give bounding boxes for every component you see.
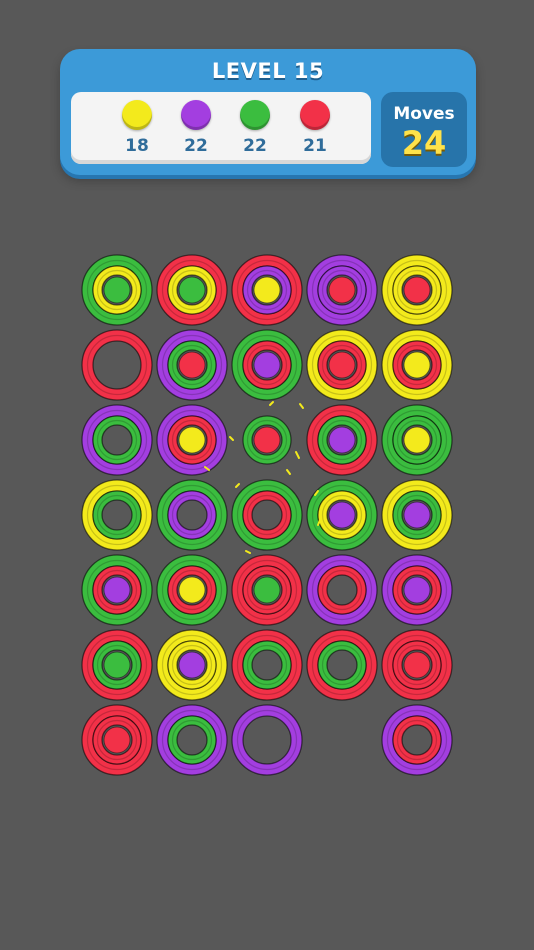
- board-cell-r5-c5[interactable]: [381, 554, 453, 626]
- board-cell-r2-c5[interactable]: [381, 329, 453, 401]
- medium-ring: [317, 640, 367, 690]
- medium-ring: [167, 490, 217, 540]
- board-cell-r6-c2[interactable]: [156, 629, 228, 701]
- small-ring: [403, 351, 431, 379]
- small-ring: [103, 726, 131, 754]
- board-cell-r6-c5[interactable]: [381, 629, 453, 701]
- board-cell-r5-c2[interactable]: [156, 554, 228, 626]
- small-ring: [103, 276, 131, 304]
- small-ring: [328, 276, 356, 304]
- small-ring: [253, 276, 281, 304]
- small-ring: [178, 276, 206, 304]
- medium-ring: [392, 715, 442, 765]
- small-ring: [253, 576, 281, 604]
- board-cell-r6-c4[interactable]: [306, 629, 378, 701]
- board-cell-r4-c5[interactable]: [381, 479, 453, 551]
- board-cell-r7-c3[interactable]: [231, 704, 303, 776]
- board-cell-r3-c3[interactable]: [231, 404, 303, 476]
- board-cell-r3-c2[interactable]: [156, 404, 228, 476]
- board-cell-r5-c3[interactable]: [231, 554, 303, 626]
- board-cell-r1-c3[interactable]: [231, 254, 303, 326]
- large-ring: [231, 704, 303, 776]
- board-cell-r2-c4[interactable]: [306, 329, 378, 401]
- medium-ring: [242, 490, 292, 540]
- small-ring: [328, 351, 356, 379]
- board-cell-r1-c2[interactable]: [156, 254, 228, 326]
- board-cell-r1-c4[interactable]: [306, 254, 378, 326]
- medium-ring: [92, 415, 142, 465]
- large-ring: [81, 329, 153, 401]
- medium-ring: [242, 640, 292, 690]
- small-ring: [178, 651, 206, 679]
- small-ring: [328, 501, 356, 529]
- ring-board: [0, 0, 534, 950]
- board-cell-r3-c1[interactable]: [81, 404, 153, 476]
- medium-ring: [317, 565, 367, 615]
- board-cell-r5-c1[interactable]: [81, 554, 153, 626]
- small-ring: [178, 351, 206, 379]
- board-cell-r4-c1[interactable]: [81, 479, 153, 551]
- board-cell-r5-c4[interactable]: [306, 554, 378, 626]
- small-ring: [178, 426, 206, 454]
- board-cell-r2-c3[interactable]: [231, 329, 303, 401]
- small-ring: [403, 501, 431, 529]
- board-cell-r4-c3[interactable]: [231, 479, 303, 551]
- board-cell-r4-c2[interactable]: [156, 479, 228, 551]
- small-ring: [328, 426, 356, 454]
- board-cell-r1-c5[interactable]: [381, 254, 453, 326]
- board-cell-r7-c4[interactable]: [306, 704, 378, 776]
- small-ring: [403, 276, 431, 304]
- medium-ring: [167, 715, 217, 765]
- small-ring: [253, 426, 281, 454]
- board-cell-r3-c5[interactable]: [381, 404, 453, 476]
- board-cell-r2-c2[interactable]: [156, 329, 228, 401]
- small-ring: [403, 576, 431, 604]
- board-cell-r7-c5[interactable]: [381, 704, 453, 776]
- board-cell-r1-c1[interactable]: [81, 254, 153, 326]
- medium-ring: [92, 490, 142, 540]
- board-cell-r7-c1[interactable]: [81, 704, 153, 776]
- board-cell-r7-c2[interactable]: [156, 704, 228, 776]
- small-ring: [253, 351, 281, 379]
- small-ring: [403, 426, 431, 454]
- board-cell-r6-c3[interactable]: [231, 629, 303, 701]
- board-cell-r2-c1[interactable]: [81, 329, 153, 401]
- small-ring: [103, 651, 131, 679]
- small-ring: [403, 651, 431, 679]
- small-ring: [103, 576, 131, 604]
- board-cell-r6-c1[interactable]: [81, 629, 153, 701]
- board-cell-r3-c4[interactable]: [306, 404, 378, 476]
- board-cell-r4-c4[interactable]: [306, 479, 378, 551]
- small-ring: [178, 576, 206, 604]
